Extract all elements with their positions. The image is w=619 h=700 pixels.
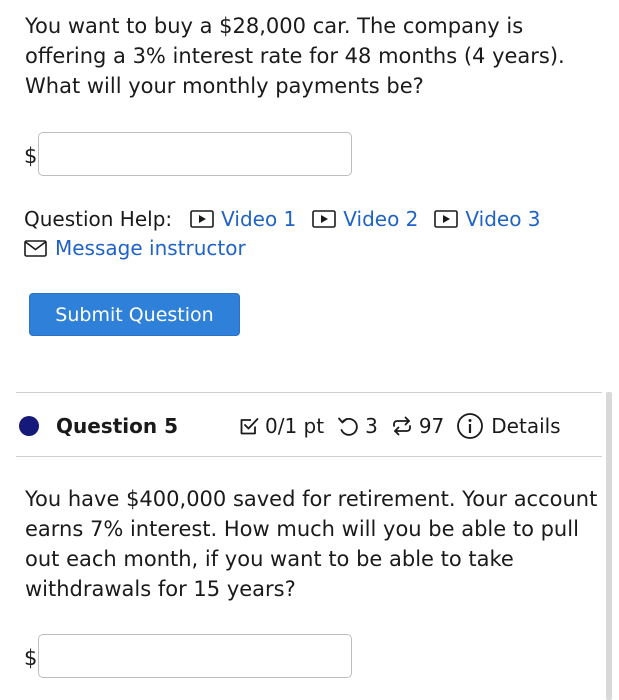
header-divider [16,456,602,457]
attempts-badge: 97 [390,414,444,438]
play-box-icon [312,210,337,228]
details-button[interactable]: Details [456,412,561,440]
message-instructor-link[interactable]: Message instructor [24,234,246,262]
question-5-title: Question 5 [56,414,178,438]
retries-count: 3 [365,414,378,438]
question-help-label: Question Help: [24,207,173,231]
video-1-link[interactable]: Video 1 [190,205,296,233]
video-2-link[interactable]: Video 2 [312,205,418,233]
question-5-answer-input[interactable] [38,634,353,678]
currency-symbol: $ [24,144,38,168]
repeat-icon [392,416,411,436]
section-divider [16,392,602,393]
question-5-answer-row: $ [24,634,353,678]
message-instructor-row: Message instructor [24,234,262,262]
video-3-link[interactable]: Video 3 [434,205,541,233]
score-text: 0/1 pt [264,414,325,438]
question-5-header: Question 5 0/1 pt 3 97 Details [19,408,599,444]
message-instructor-label: Message instructor [55,236,246,260]
submit-question-button[interactable]: Submit Question [29,293,240,336]
currency-symbol: $ [24,646,38,670]
status-dot [19,416,39,436]
question-4-answer-row: $ [24,132,353,176]
info-circle-icon [457,413,484,439]
question-4-answer-input[interactable] [38,132,353,176]
video-3-label: Video 3 [465,207,541,231]
question-5-text: You have $400,000 saved for retirement. … [25,487,598,601]
checkbox-icon [240,418,259,435]
video-1-label: Video 1 [221,207,297,231]
undo-icon [338,417,358,436]
page: You want to buy a $28,000 car. The compa… [0,0,619,700]
attempts-count: 97 [418,414,445,438]
question-4-text: You want to buy a $28,000 car. The compa… [25,14,565,98]
video-2-label: Video 2 [343,207,419,231]
score-badge: 0/1 pt [238,414,324,438]
envelope-icon [24,239,47,257]
question-help-row: Question Help: Video 1 Video 2 Video 3 [24,205,557,233]
retries-badge: 3 [336,414,378,438]
play-box-icon [434,210,459,228]
play-box-icon [190,210,214,228]
details-label: Details [491,414,561,438]
